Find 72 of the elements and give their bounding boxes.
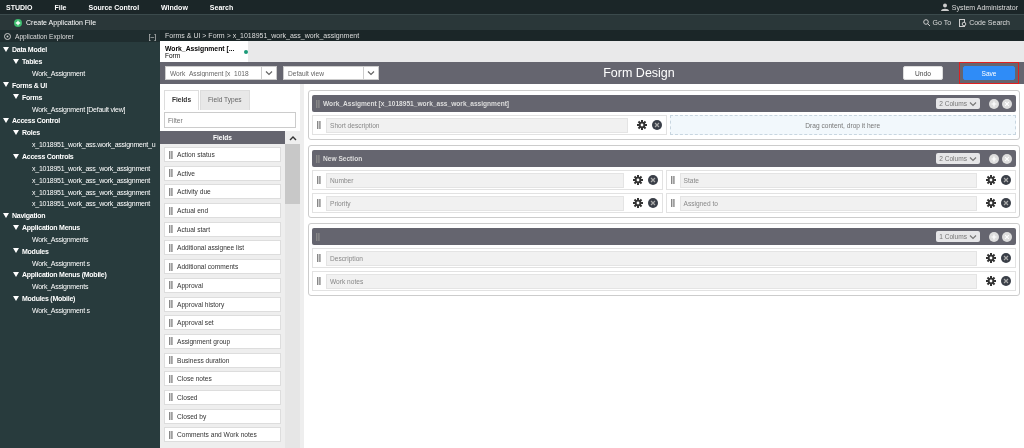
drag-handle-icon xyxy=(169,318,173,327)
drag-handle-icon xyxy=(169,281,173,290)
chevron-down-icon xyxy=(969,100,977,107)
drag-handle-icon xyxy=(317,277,321,285)
remove-icon[interactable] xyxy=(1001,198,1011,208)
drag-handle-icon xyxy=(169,393,173,402)
drag-handle-icon xyxy=(169,337,173,346)
drag-handle-icon xyxy=(317,176,321,184)
drag-handle-icon xyxy=(316,154,320,163)
remove-icon[interactable] xyxy=(1001,276,1011,286)
drag-handle-icon xyxy=(316,232,320,241)
add-icon[interactable] xyxy=(14,18,22,27)
drag-handle-icon xyxy=(316,99,320,108)
expand-toggle-icon[interactable] xyxy=(13,94,19,101)
gear-icon[interactable] xyxy=(632,198,643,208)
gear-icon[interactable] xyxy=(636,120,647,130)
gear-icon[interactable] xyxy=(986,175,996,185)
chevron-down-icon xyxy=(969,233,977,240)
drag-handle-icon xyxy=(670,176,675,184)
remove-icon[interactable] xyxy=(1001,253,1011,263)
drag-handle-icon xyxy=(169,430,173,439)
gear-icon[interactable] xyxy=(986,253,996,263)
scrollbar[interactable] xyxy=(285,144,300,448)
drag-handle-icon xyxy=(169,243,173,252)
drag-handle-icon xyxy=(317,254,321,262)
close-icon[interactable] xyxy=(1002,153,1012,164)
drag-handle-icon xyxy=(169,356,173,365)
add-icon[interactable] xyxy=(989,231,999,242)
add-icon[interactable] xyxy=(989,153,999,164)
chevron-down-icon xyxy=(367,70,375,76)
close-icon[interactable] xyxy=(1002,231,1012,242)
target-icon xyxy=(4,32,11,40)
caret-up-icon xyxy=(288,134,297,141)
remove-icon[interactable] xyxy=(647,198,658,208)
drag-handle-icon xyxy=(169,225,173,234)
add-icon[interactable] xyxy=(989,98,999,109)
drag-handle-icon xyxy=(169,187,173,196)
gear-icon[interactable] xyxy=(632,175,643,185)
expand-toggle-icon[interactable] xyxy=(13,295,19,302)
gear-icon[interactable] xyxy=(986,198,996,208)
expand-toggle-icon[interactable] xyxy=(13,129,19,136)
user-icon xyxy=(940,3,949,11)
remove-icon[interactable] xyxy=(1001,175,1011,185)
expand-toggle-icon[interactable] xyxy=(13,153,19,160)
expand-toggle-icon[interactable] xyxy=(13,271,19,278)
expand-toggle-icon[interactable] xyxy=(3,118,9,124)
drag-handle-icon xyxy=(169,412,173,421)
drag-handle-icon xyxy=(169,206,173,215)
expand-toggle-icon[interactable] xyxy=(13,224,19,231)
expand-toggle-icon[interactable] xyxy=(3,212,9,219)
drag-handle-icon xyxy=(169,262,173,271)
drag-handle-icon xyxy=(169,169,173,178)
document-search-icon xyxy=(959,18,968,27)
close-icon[interactable] xyxy=(1002,98,1012,109)
expand-toggle-icon[interactable] xyxy=(3,46,9,53)
expand-toggle-icon[interactable] xyxy=(13,248,19,255)
gear-icon[interactable] xyxy=(986,276,996,286)
expand-toggle-icon[interactable] xyxy=(13,58,19,65)
search-icon xyxy=(922,18,931,27)
drag-handle-icon xyxy=(169,374,173,383)
remove-icon[interactable] xyxy=(651,120,662,130)
expand-toggle-icon[interactable] xyxy=(3,82,9,89)
drag-handle-icon xyxy=(317,199,321,207)
remove-icon[interactable] xyxy=(647,175,658,185)
chevron-down-icon xyxy=(969,155,977,162)
drag-handle-icon xyxy=(169,150,173,159)
chevron-down-icon xyxy=(265,70,273,76)
drag-handle-icon xyxy=(169,300,173,308)
page-title: Form Design xyxy=(602,66,676,80)
drag-handle-icon xyxy=(670,199,675,207)
drag-handle-icon xyxy=(317,121,321,129)
scroll-up-button[interactable] xyxy=(285,131,300,144)
